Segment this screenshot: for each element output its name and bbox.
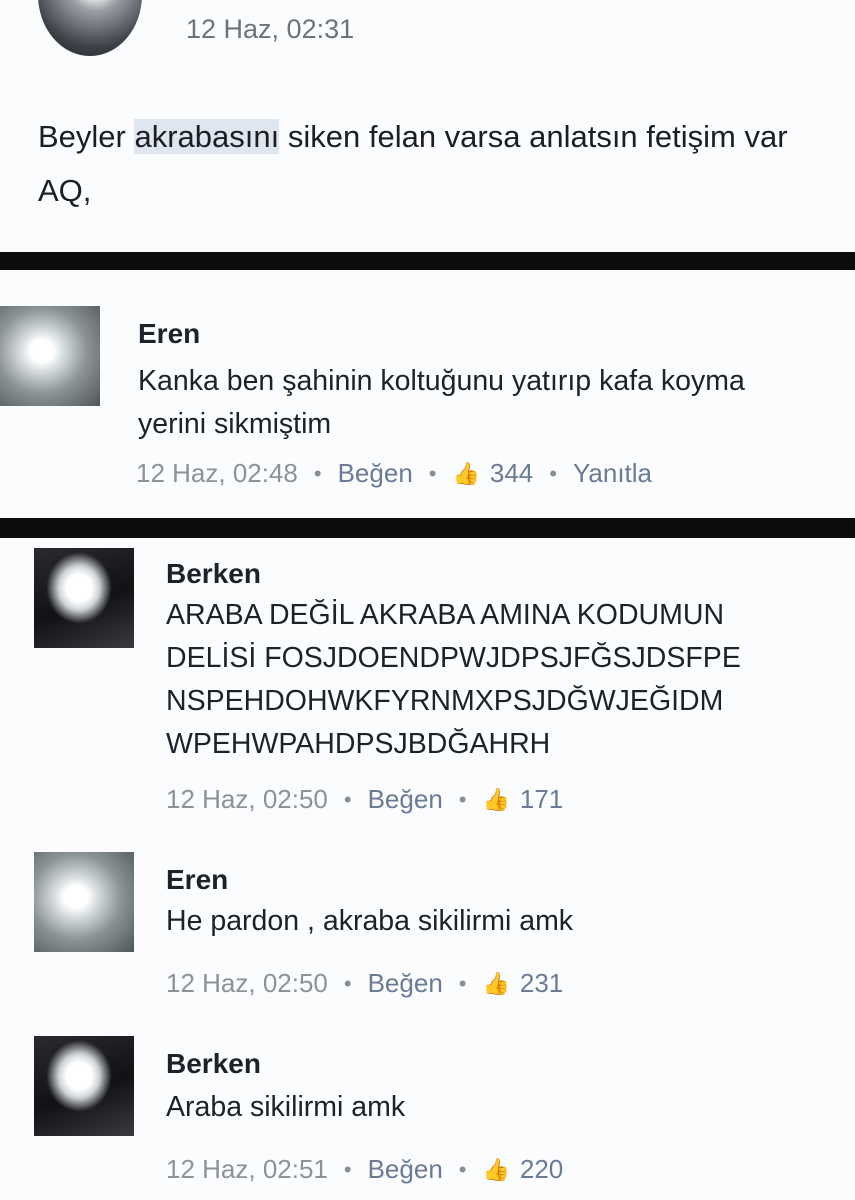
comment-text-line: DELİSİ FOSJDOENDPWJDPSJFĞSJDSFPE — [166, 642, 741, 674]
comment-avatar[interactable] — [34, 852, 134, 952]
dot-separator-icon: • — [343, 1156, 352, 1182]
dot-separator-icon: • — [549, 460, 557, 486]
comment-author-name[interactable]: Eren — [138, 318, 200, 350]
dot-separator-icon: • — [428, 460, 437, 486]
post-text-highlight: akrabasını — [134, 119, 280, 154]
comment-text: He pardon , akraba sikilirmi amk — [166, 905, 574, 937]
like-count[interactable]: 344 — [490, 458, 533, 489]
post-author-avatar[interactable] — [38, 0, 142, 56]
like-count[interactable]: 220 — [520, 1154, 563, 1185]
comment-text-line: WPEHWPAHDPSJBDĞAHRH — [166, 728, 551, 760]
comment-text-line: ARABA DEĞİL AKRABA AMINA KODUMUN — [166, 599, 725, 631]
comment-thread: Berken ARABA DEĞİL AKRABA AMINA KODUMUN … — [0, 538, 855, 1200]
thumbs-up-icon: 👍 — [452, 460, 480, 486]
dot-separator-icon: • — [313, 460, 322, 486]
comment-timestamp[interactable]: 12 Haz, 02:48 — [136, 458, 298, 489]
comment-timestamp[interactable]: 12 Haz, 02:50 — [166, 784, 328, 815]
comment-author-name[interactable]: Berken — [166, 558, 261, 590]
post-text-start: Beyler — [38, 119, 135, 154]
post-text: Beyler akrabasını siken felan varsa anla… — [38, 110, 828, 218]
dot-separator-icon: • — [343, 970, 352, 996]
comment-card: Eren Kanka ben şahinin koltuğunu yatırıp… — [0, 270, 855, 518]
post-timestamp[interactable]: 12 Haz, 02:31 — [186, 14, 354, 45]
comment-author-name[interactable]: Berken — [166, 1048, 261, 1080]
like-button[interactable]: Beğen — [368, 784, 443, 815]
post-card: 12 Haz, 02:31 Beyler akrabasını siken fe… — [0, 0, 855, 252]
comment-meta: 12 Haz, 02:50 • Beğen • 👍 231 — [166, 968, 563, 999]
comment-meta: 12 Haz, 02:50 • Beğen • 👍 171 — [166, 784, 563, 815]
comment-avatar[interactable] — [34, 548, 134, 648]
comment-text-line: NSPEHDOHWKFYRNMXPSJDĞWJEĞIDM — [166, 685, 724, 717]
like-button[interactable]: Beğen — [338, 458, 413, 489]
reply-button[interactable]: Yanıtla — [573, 458, 652, 489]
comment-avatar[interactable] — [0, 306, 100, 406]
comment-text: Kanka ben şahinin koltuğunu yatırıp kafa… — [138, 365, 745, 440]
dot-separator-icon: • — [458, 1156, 467, 1182]
comment-timestamp[interactable]: 12 Haz, 02:50 — [166, 968, 328, 999]
comment-text: Araba sikilirmi amk — [166, 1091, 406, 1123]
section-divider — [0, 518, 855, 538]
thumbs-up-icon: 👍 — [482, 970, 510, 996]
comment-avatar[interactable] — [34, 1036, 134, 1136]
dot-separator-icon: • — [458, 970, 467, 996]
dot-separator-icon: • — [458, 786, 467, 812]
comment-text: ARABA DEĞİL AKRABA AMINA KODUMUN DELİSİ … — [166, 594, 836, 766]
like-button[interactable]: Beğen — [368, 1154, 443, 1185]
comment-timestamp[interactable]: 12 Haz, 02:51 — [166, 1154, 328, 1185]
dot-separator-icon: • — [343, 786, 352, 812]
thumbs-up-icon: 👍 — [482, 786, 510, 812]
comment-author-name[interactable]: Eren — [166, 864, 228, 896]
comment-meta: 12 Haz, 02:51 • Beğen • 👍 220 — [166, 1154, 563, 1185]
comment-meta: 12 Haz, 02:48 • Beğen • 👍 344 • Yanıtla — [136, 458, 652, 489]
like-count[interactable]: 171 — [520, 784, 563, 815]
like-count[interactable]: 231 — [520, 968, 563, 999]
thumbs-up-icon: 👍 — [482, 1156, 510, 1182]
like-button[interactable]: Beğen — [368, 968, 443, 999]
section-divider — [0, 252, 855, 270]
